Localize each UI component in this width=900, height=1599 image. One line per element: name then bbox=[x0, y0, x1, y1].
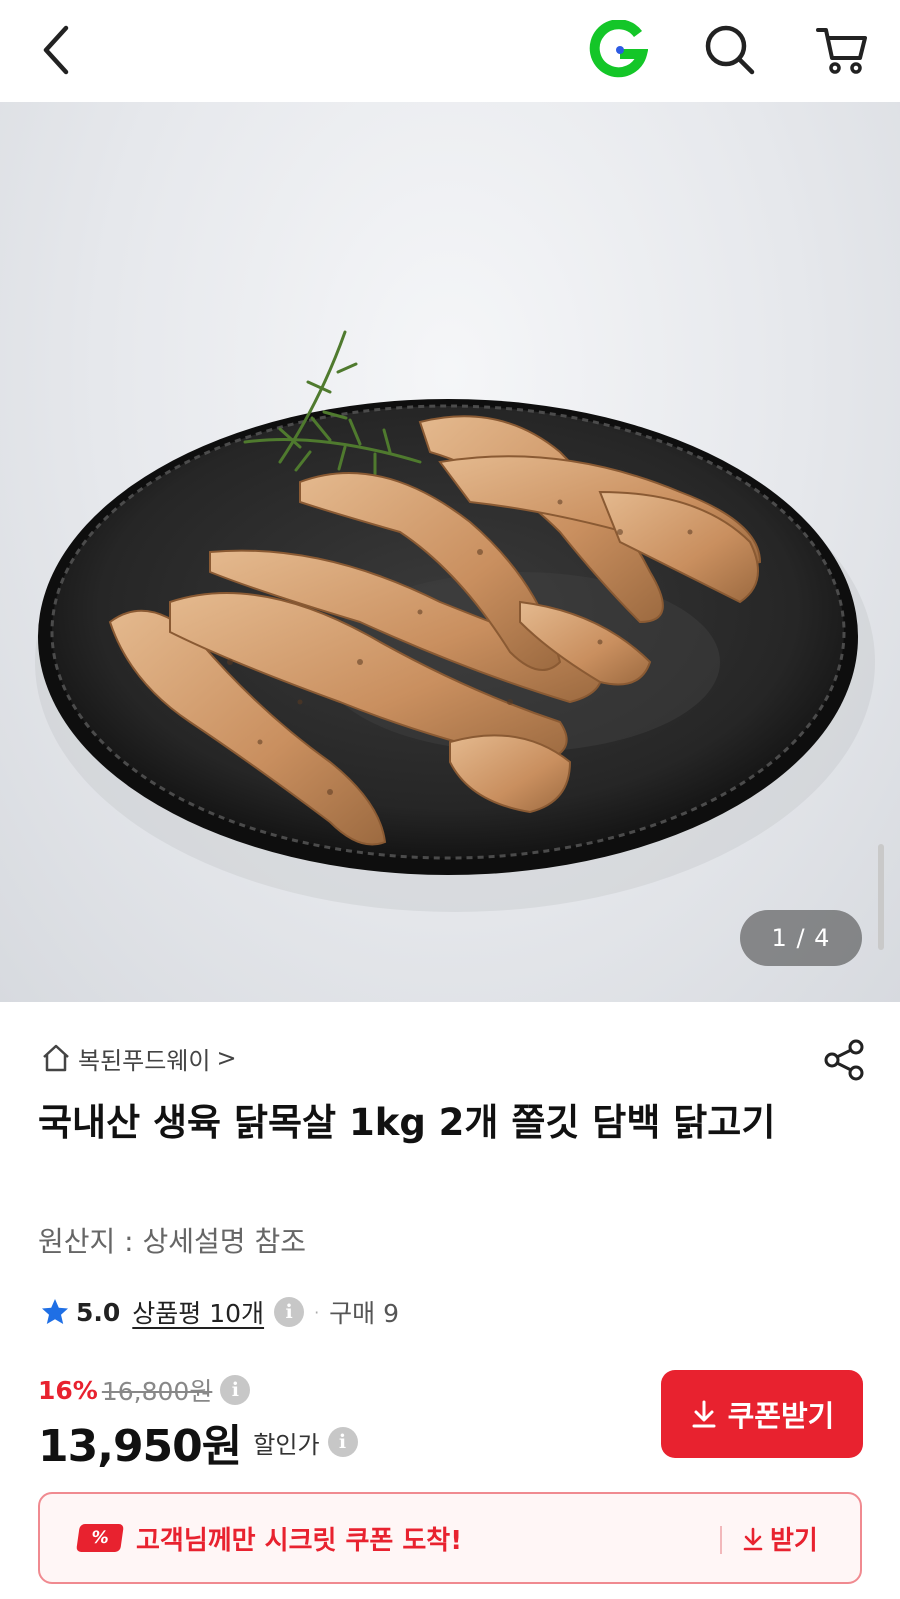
chevron-right-icon: > bbox=[216, 1044, 237, 1072]
product-image-carousel[interactable]: 1 / 4 bbox=[0, 102, 900, 1002]
back-button[interactable] bbox=[20, 14, 92, 86]
reviews-link[interactable]: 상품평 10개 bbox=[132, 1294, 264, 1330]
product-photo bbox=[35, 330, 875, 912]
top-bar bbox=[0, 0, 900, 102]
info-icon[interactable]: i bbox=[274, 1297, 305, 1327]
discount-rate: 16% bbox=[38, 1375, 98, 1405]
star-icon bbox=[42, 1299, 68, 1324]
secret-coupon-get-label: 받기 bbox=[770, 1526, 818, 1556]
coupon-badge-icon: % bbox=[76, 1524, 124, 1552]
info-icon[interactable]: i bbox=[220, 1375, 251, 1405]
secret-coupon-banner[interactable]: % 고객님께만 시크릿 쿠폰 도착! 받기 bbox=[38, 1492, 862, 1584]
g-logo-icon bbox=[589, 20, 648, 78]
coupon-button-label: 쿠폰받기 bbox=[727, 1399, 835, 1433]
divider bbox=[720, 1526, 722, 1554]
chevron-left-icon bbox=[43, 25, 69, 75]
search-icon bbox=[705, 25, 755, 75]
share-icon bbox=[824, 1039, 864, 1081]
info-icon[interactable]: i bbox=[327, 1427, 358, 1457]
image-counter: 1 / 4 bbox=[740, 910, 862, 966]
origin-info: 원산지 : 상세설명 참조 bbox=[38, 1225, 306, 1258]
seller-name: 복된푸드웨이 bbox=[78, 1046, 211, 1075]
seller-link[interactable]: 복된푸드웨이 > bbox=[40, 1040, 237, 1076]
rating-score: 5.0 bbox=[76, 1297, 121, 1327]
sale-price-label: 할인가 bbox=[253, 1430, 320, 1459]
gmarket-logo[interactable] bbox=[582, 14, 654, 86]
coupon-download-button[interactable]: 쿠폰받기 bbox=[661, 1370, 863, 1458]
original-price: 16,800원 bbox=[101, 1377, 213, 1406]
secret-coupon-get-button[interactable]: 받기 bbox=[742, 1520, 818, 1557]
home-icon bbox=[43, 1044, 69, 1072]
sale-price: 13,950원 bbox=[38, 1421, 242, 1472]
share-button[interactable] bbox=[816, 1032, 872, 1088]
cart-button[interactable] bbox=[806, 14, 878, 86]
secret-coupon-message: 고객님께만 시크릿 쿠폰 도착! bbox=[136, 1525, 463, 1556]
download-icon bbox=[743, 1527, 763, 1550]
cart-icon bbox=[816, 28, 867, 74]
dot-separator: · bbox=[314, 1302, 320, 1322]
search-button[interactable] bbox=[694, 14, 766, 86]
purchase-count: 구매 9 bbox=[329, 1299, 400, 1328]
scrollbar-thumb[interactable] bbox=[878, 844, 884, 950]
download-icon bbox=[692, 1400, 716, 1428]
price-area: 16% 16,800원 i 13,950원 할인가 i bbox=[38, 1370, 358, 1472]
rating-row: 5.0 상품평 10개 i · 구매 9 bbox=[40, 1290, 399, 1334]
product-title: 국내산 생육 닭목살 1kg 2개 쫄깃 담백 닭고기 bbox=[38, 1101, 776, 1144]
